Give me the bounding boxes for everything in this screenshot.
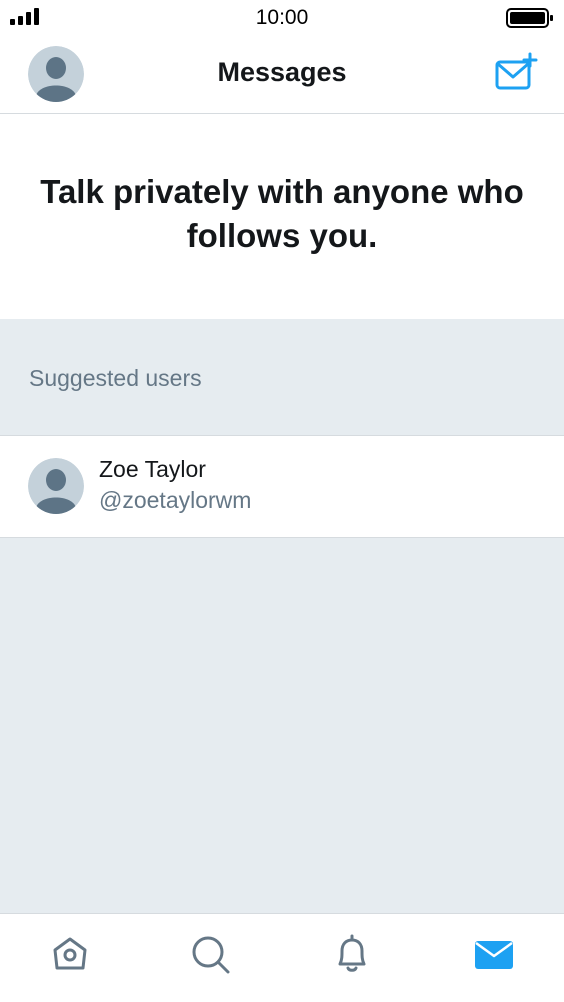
navigation-bar: Messages	[0, 36, 564, 114]
tab-search[interactable]	[190, 934, 230, 974]
user-avatar	[28, 458, 84, 514]
status-time: 10:00	[255, 6, 309, 29]
suggested-user-row[interactable]: Zoe Taylor @zoetaylorwm	[0, 436, 564, 538]
search-icon	[192, 936, 230, 974]
tab-home[interactable]	[50, 934, 90, 974]
notifications-bell-icon	[338, 934, 366, 972]
empty-state-panel: Talk privately with anyone who follows y…	[0, 114, 564, 319]
suggested-users-header: Suggested users	[0, 319, 564, 436]
messages-envelope-icon	[475, 941, 513, 969]
new-message-icon	[495, 52, 538, 90]
bottom-tab-bar	[0, 913, 564, 1002]
compose-message-button[interactable]	[494, 52, 538, 94]
tab-messages[interactable]	[474, 934, 514, 974]
empty-state-headline: Talk privately with anyone who follows y…	[40, 173, 524, 254]
home-icon	[53, 937, 87, 970]
user-handle: @zoetaylorwm	[99, 487, 252, 513]
battery-icon	[506, 8, 553, 28]
tab-notifications[interactable]	[332, 934, 372, 974]
section-label: Suggested users	[29, 365, 202, 391]
status-bar: 10:00	[0, 0, 564, 36]
page-title: Messages	[217, 57, 347, 87]
default-avatar-icon	[28, 458, 84, 514]
user-display-name: Zoe Taylor	[99, 456, 206, 482]
